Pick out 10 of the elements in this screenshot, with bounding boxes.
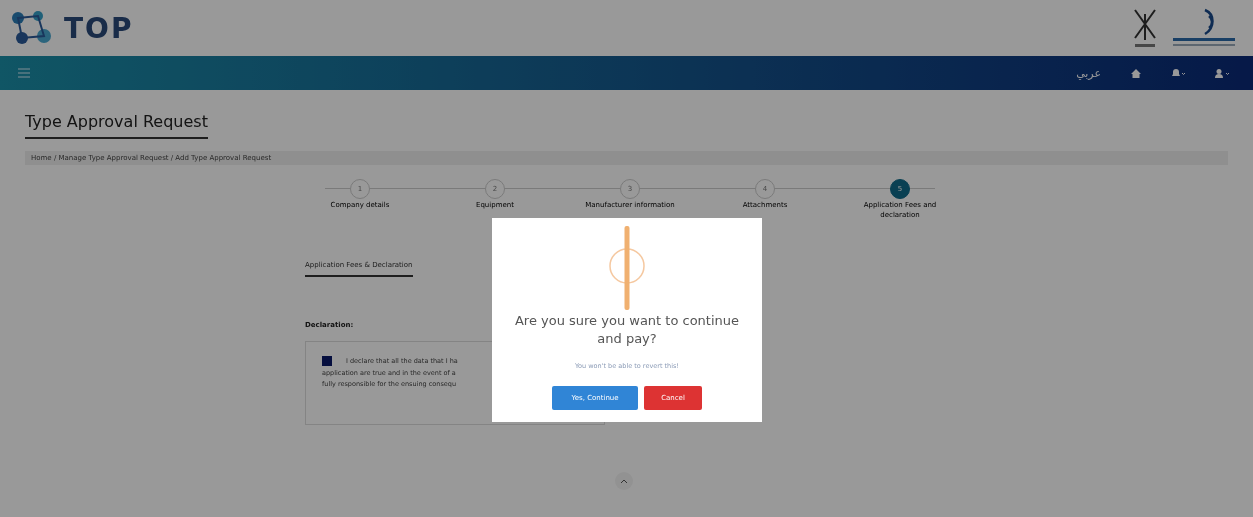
dialog-title: Are you sure you want to continue and pay? xyxy=(513,312,741,349)
logo-text: TOP xyxy=(64,11,134,45)
warning-icon xyxy=(607,226,647,310)
language-link[interactable]: عربي xyxy=(1076,66,1101,80)
declaration-checkbox[interactable] xyxy=(322,355,332,366)
bell-icon[interactable] xyxy=(1171,68,1185,78)
chevron-up-icon xyxy=(621,479,627,483)
home-icon[interactable] xyxy=(1131,68,1141,78)
page-title: Type Approval Request xyxy=(25,112,208,139)
user-icon[interactable] xyxy=(1215,68,1229,78)
